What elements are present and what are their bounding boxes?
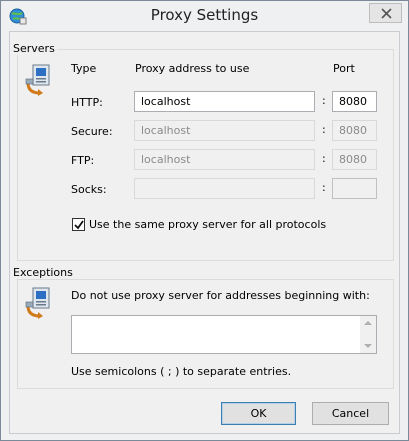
proxy-settings-dialog: Proxy Settings Servers Type Proxy addres…: [0, 0, 409, 441]
checkmark-icon: [74, 220, 84, 230]
window-title: Proxy Settings: [150, 6, 259, 24]
network-computer-icon: [25, 64, 50, 96]
ftp-label: FTP:: [71, 154, 95, 167]
http-label: HTTP:: [71, 96, 103, 109]
title-bar[interactable]: Proxy Settings: [1, 1, 408, 31]
exceptions-textarea[interactable]: [71, 315, 377, 354]
servers-group-label: Servers: [11, 42, 57, 55]
column-port-header: Port: [333, 62, 355, 75]
column-type-header: Type: [71, 62, 97, 75]
secure-address-input: localhost: [134, 120, 315, 141]
close-button[interactable]: [369, 3, 402, 23]
ftp-colon: :: [322, 152, 326, 165]
ftp-address-input: localhost: [134, 149, 315, 170]
http-colon: :: [322, 94, 326, 107]
column-address-header: Proxy address to use: [135, 62, 250, 75]
dialog-body: Servers Type Proxy address to use Port H…: [9, 31, 400, 434]
exceptions-group-label: Exceptions: [11, 266, 75, 279]
exceptions-description: Do not use proxy server for addresses be…: [71, 289, 370, 302]
same-proxy-label[interactable]: Use the same proxy server for all protoc…: [89, 218, 326, 231]
same-proxy-checkbox[interactable]: [72, 218, 85, 231]
http-port-input[interactable]: 8080: [332, 91, 377, 112]
network-computer-icon: [25, 287, 50, 319]
http-address-input[interactable]: localhost: [134, 91, 315, 112]
close-icon: [381, 8, 392, 19]
exceptions-scrollbar[interactable]: [360, 316, 376, 353]
socks-address-input: [134, 178, 315, 199]
secure-port-input: 8080: [332, 120, 377, 141]
scroll-up-icon[interactable]: [364, 321, 372, 325]
socks-port-input: [332, 178, 377, 199]
exceptions-hint: Use semicolons ( ; ) to separate entries…: [71, 365, 292, 378]
ftp-port-input: 8080: [332, 149, 377, 170]
socks-label: Socks:: [71, 183, 107, 196]
socks-colon: :: [322, 181, 326, 194]
cancel-button[interactable]: Cancel: [312, 402, 389, 425]
secure-label: Secure:: [71, 125, 113, 138]
scroll-down-icon[interactable]: [364, 344, 372, 348]
ok-button[interactable]: OK: [221, 402, 296, 425]
secure-colon: :: [322, 123, 326, 136]
